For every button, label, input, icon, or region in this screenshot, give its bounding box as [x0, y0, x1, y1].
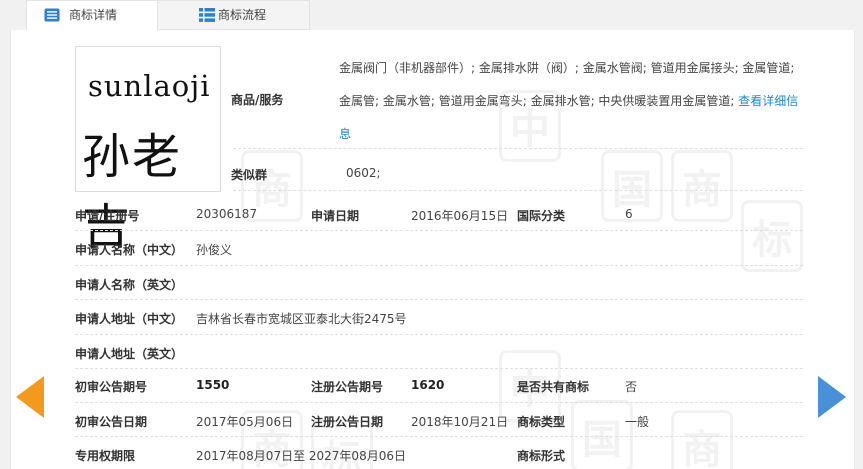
intl-class-value: 6 [625, 207, 633, 221]
rights-period-value: 2017年08月07日至 2027年08月06日 [196, 449, 406, 463]
watermark-stamp: 国 [571, 400, 633, 469]
reg-no-label: 申请/注册号 [75, 209, 140, 223]
goods-label: 商品/服务 [231, 93, 284, 107]
prelim-announce-date-label: 初审公告日期 [75, 415, 148, 429]
applicant-name-en-label: 申请人名称（英文） [75, 278, 184, 292]
trademark-detail-panel: 中 国 商 标 商 中 国 商 商 标 sunlaoji 孙老吉 商品/服务 金… [10, 30, 855, 469]
arrow-right-icon[interactable] [818, 376, 846, 418]
applicant-address-en-label: 申请人地址（英文） [75, 347, 184, 361]
watermark-stamp: 商 [671, 410, 733, 469]
tab-label: 商标流程 [218, 8, 267, 22]
intl-class-label: 国际分类 [517, 209, 566, 223]
row-divider [75, 402, 803, 403]
logo-text-cn: 孙老吉 [82, 129, 183, 255]
tab-label: 商标详情 [69, 8, 118, 22]
goods-list: 金属阀门（非机器部件）; 金属排水阱（阀）; 金属水管阀; 管道用金属接头; 金… [339, 61, 795, 108]
watermark-stamp: 标 [741, 200, 803, 272]
trademark-logo-image: sunlaoji 孙老吉 [75, 46, 221, 255]
row-divider [75, 230, 803, 231]
row-divider [75, 368, 803, 369]
trademark-form-label: 商标形式 [517, 449, 566, 463]
apply-date-label: 申请日期 [311, 209, 360, 223]
shared-trademark-value: 否 [625, 380, 638, 394]
row-divider [75, 299, 803, 300]
grid-list-icon [199, 8, 215, 22]
logo-text-en: sunlaoji [88, 69, 211, 103]
tab-trademark-details[interactable]: 商标详情 [26, 0, 158, 31]
reg-announce-no-value: 1620 [411, 378, 445, 392]
row-divider [75, 334, 803, 335]
tab-trademark-process[interactable]: 商标流程 [158, 0, 310, 30]
applicant-address-cn-value: 吉林省长春市宽城区亚泰北大街2475号 [196, 312, 407, 326]
reg-no-value: 20306187 [196, 207, 258, 221]
reg-announce-no-label: 注册公告期号 [311, 380, 384, 394]
row-divider [233, 148, 803, 149]
watermark-stamp: 商 [671, 150, 733, 222]
arrow-left-icon[interactable] [16, 376, 44, 418]
goods-services-text: 金属阀门（非机器部件）; 金属排水阱（阀）; 金属水管阀; 管道用金属接头; 金… [339, 52, 801, 151]
prelim-announce-no-label: 初审公告期号 [75, 380, 148, 394]
applicant-name-cn-label: 申请人名称（中文） [75, 243, 184, 257]
trademark-type-value: 一般 [625, 415, 650, 429]
prelim-announce-no-value: 1550 [196, 378, 230, 392]
prelim-announce-date-value: 2017年05月06日 [196, 415, 294, 429]
shared-trademark-label: 是否共有商标 [517, 380, 590, 394]
similar-group-label: 类似群 [231, 168, 268, 182]
similar-group-value: 0602; [346, 166, 381, 180]
reg-announce-date-label: 注册公告日期 [311, 415, 384, 429]
document-list-icon [44, 8, 60, 22]
tab-bar: 商标详情 商标流程 [0, 0, 863, 31]
row-divider [233, 190, 803, 191]
row-divider [75, 265, 803, 266]
reg-announce-date-value: 2018年10月21日 [411, 415, 509, 429]
apply-date-value: 2016年06月15日 [411, 209, 509, 223]
applicant-name-cn-value: 孙俊义 [196, 243, 233, 257]
rights-period-label: 专用权期限 [75, 449, 136, 463]
applicant-address-cn-label: 申请人地址（中文） [75, 312, 184, 326]
row-divider [75, 436, 803, 437]
trademark-type-label: 商标类型 [517, 415, 566, 429]
